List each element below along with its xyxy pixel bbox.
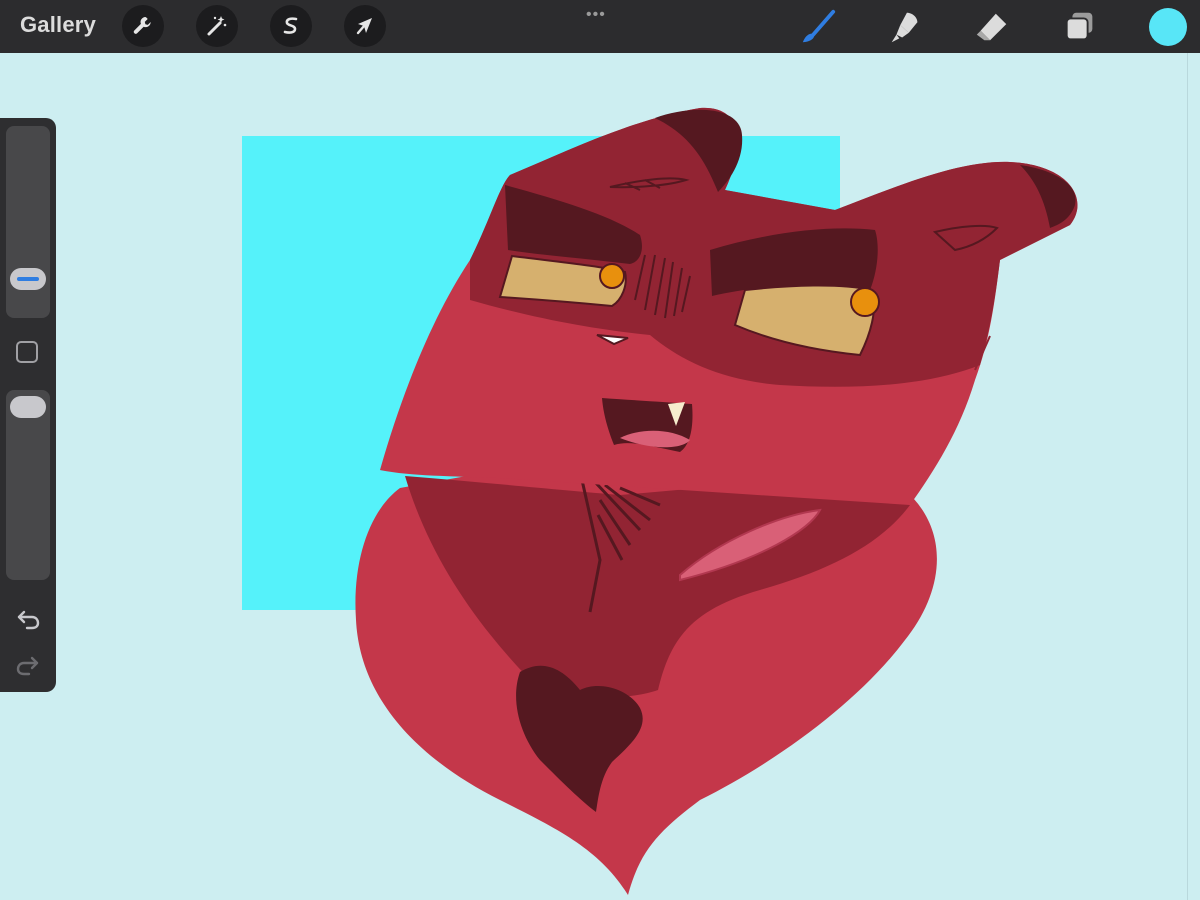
top-toolbar: Gallery ••• [0,0,1200,53]
left-iris [599,263,625,289]
selection-s-icon[interactable] [270,5,312,47]
wrench-icon[interactable] [122,5,164,47]
canvas-edge [1187,53,1200,900]
magic-wand-icon[interactable] [196,5,238,47]
size-indicator-line [17,277,39,281]
gallery-button[interactable]: Gallery [20,12,96,38]
opacity-handle[interactable] [10,396,46,418]
drawing-canvas[interactable] [0,53,1200,900]
smudge-icon[interactable] [886,8,924,46]
redo-icon[interactable] [15,652,41,676]
current-color-swatch[interactable] [1149,8,1187,46]
eraser-icon[interactable] [973,8,1011,46]
opacity-slider[interactable] [6,390,50,580]
more-indicator[interactable]: ••• [586,6,606,24]
brush-icon[interactable] [799,8,837,46]
right-iris [850,287,880,317]
undo-icon[interactable] [15,606,41,630]
left-sidebar [0,118,56,692]
layers-icon[interactable] [1061,8,1099,46]
modify-button[interactable] [16,341,38,363]
brush-size-handle[interactable] [10,268,46,290]
arrow-cursor-icon[interactable] [344,5,386,47]
